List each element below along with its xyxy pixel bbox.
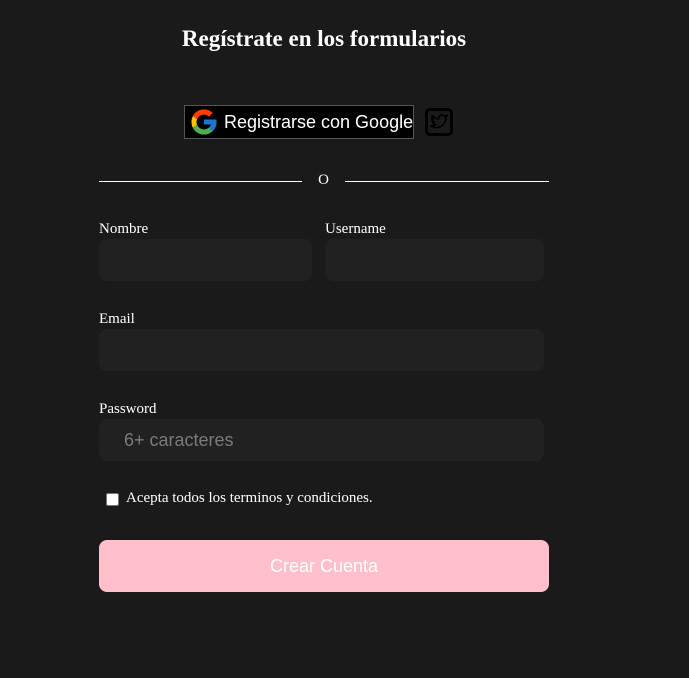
google-signup-button[interactable]: Registrarse con Google — [184, 105, 414, 139]
create-account-button[interactable]: Crear Cuenta — [99, 540, 549, 592]
google-g-icon — [188, 106, 220, 138]
twitter-bird-icon — [430, 113, 448, 131]
divider-left — [99, 181, 302, 182]
signup-page: Regístrate en los formularios Registrars… — [0, 0, 689, 678]
email-input[interactable] — [99, 329, 544, 371]
password-input[interactable] — [99, 419, 544, 461]
password-label: Password — [99, 401, 157, 417]
page-title: Regístrate en los formularios — [181, 26, 467, 51]
terms-checkbox[interactable] — [106, 493, 119, 506]
divider-right — [345, 181, 549, 182]
nombre-input[interactable] — [99, 239, 312, 281]
username-label: Username — [325, 221, 386, 237]
terms-label: Acepta todos los terminos y condiciones. — [126, 490, 373, 506]
twitter-signup-button[interactable] — [425, 108, 453, 136]
divider-text: O — [318, 172, 329, 188]
nombre-label: Nombre — [99, 221, 149, 237]
google-signup-label: Registrarse con Google — [224, 111, 414, 132]
email-label: Email — [99, 311, 135, 327]
username-input[interactable] — [325, 239, 544, 281]
